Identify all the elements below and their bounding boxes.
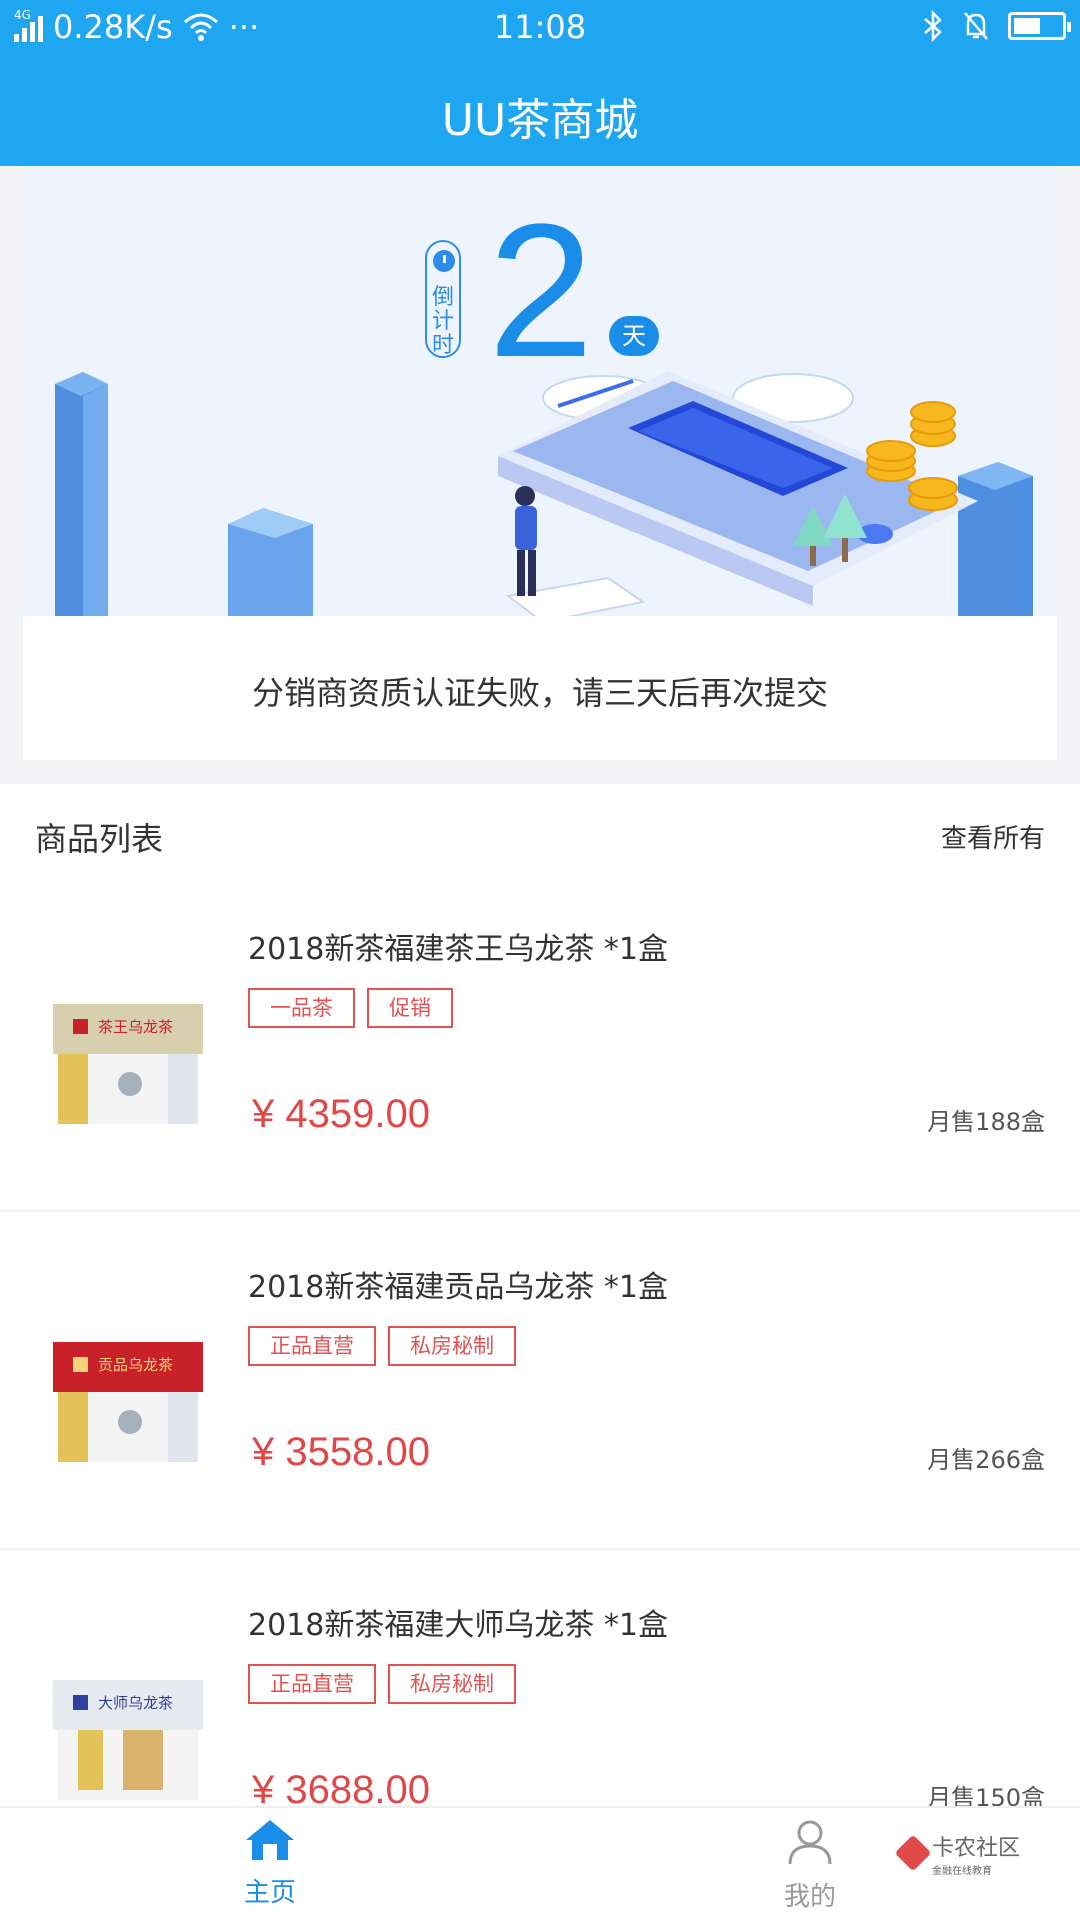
svg-text:贡品乌龙茶: 贡品乌龙茶 (98, 1356, 173, 1374)
notice-card: 分销商资质认证失败，请三天后再次提交 (23, 616, 1057, 760)
product-price: ¥ 4359.00 (252, 1092, 430, 1136)
product-tag: 正品直营 (248, 1664, 376, 1704)
countdown-value: 2 (488, 185, 594, 397)
notice-text: 分销商资质认证失败，请三天后再次提交 (251, 674, 828, 712)
watermark-text: 卡农社区 (932, 1835, 1021, 1861)
nav-me[interactable]: 我的 (740, 1818, 880, 1913)
clock-icon (433, 250, 455, 272)
product-tags: 正品直营 私房秘制 (248, 1326, 516, 1366)
mute-bell-icon (964, 12, 988, 40)
product-tag: 私房秘制 (388, 1664, 516, 1704)
product-name: 2018新茶福建大师乌龙茶 *1盒 (248, 1608, 668, 1643)
product-image: 大师乌龙茶 (53, 1680, 203, 1800)
product-tag: 促销 (367, 988, 453, 1028)
battery-icon (1008, 12, 1071, 40)
product-tags: 正品直营 私房秘制 (248, 1664, 516, 1704)
product-list-header: 商品列表 查看所有 (0, 784, 1080, 884)
product-tag: 一品茶 (248, 988, 355, 1028)
watermark-logo-icon (894, 1834, 932, 1872)
status-right (922, 10, 1071, 42)
bluetooth-icon (924, 10, 942, 42)
nav-home-label: 主页 (243, 1878, 296, 1908)
product-tag: 私房秘制 (388, 1326, 516, 1366)
status-bar: 4G 0.28K/s ··· 11:08 (0, 0, 1080, 58)
product-name: 2018新茶福建茶王乌龙茶 *1盒 (248, 932, 668, 967)
nav-me-label: 我的 (783, 1882, 836, 1912)
product-item[interactable]: 贡品乌龙茶 2018新茶福建贡品乌龙茶 *1盒 正品直营 私房秘制 ¥ 3558… (0, 1212, 1080, 1550)
view-all-link[interactable]: 查看所有 (941, 818, 1045, 855)
product-sales: 月售188盒 (927, 1108, 1045, 1136)
watermark: 卡农社区 金融在线教育 (894, 1830, 1030, 1877)
top-bar: 4G 0.28K/s ··· 11:08 UU茶商城 (0, 0, 1080, 166)
countdown-label-text: 倒 计 时 (431, 285, 454, 358)
home-icon (246, 1820, 294, 1860)
product-list-title: 商品列表 (35, 820, 164, 858)
product-image: 茶王乌龙茶 (53, 1004, 203, 1124)
clock: 11:08 (493, 8, 587, 46)
product-item[interactable]: 茶王乌龙茶 2018新茶福建茶王乌龙茶 *1盒 一品茶 促销 ¥ 4359.00… (0, 874, 1080, 1212)
watermark-subtext: 金融在线教育 (932, 1865, 992, 1877)
countdown-banner[interactable]: 倒 计 时 2 天 (23, 166, 1057, 616)
user-icon (788, 1820, 832, 1865)
product-tags: 一品茶 促销 (248, 988, 453, 1028)
nav-home[interactable]: 主页 (200, 1818, 340, 1909)
svg-text:茶王乌龙茶: 茶王乌龙茶 (98, 1018, 173, 1036)
countdown-label: 倒 计 时 (425, 240, 461, 358)
product-price: ¥ 3558.00 (252, 1430, 430, 1474)
product-sales: 月售266盒 (927, 1446, 1045, 1474)
product-tag: 正品直营 (248, 1326, 376, 1366)
page-title: UU茶商城 (441, 95, 639, 146)
product-name: 2018新茶福建贡品乌龙茶 *1盒 (248, 1270, 668, 1305)
bottom-nav: 主页 我的 卡农社区 金融在线教育 (0, 1806, 1080, 1920)
svg-text:大师乌龙茶: 大师乌龙茶 (98, 1694, 173, 1712)
product-image: 贡品乌龙茶 (53, 1342, 203, 1462)
countdown-unit-badge: 天 (609, 316, 659, 356)
